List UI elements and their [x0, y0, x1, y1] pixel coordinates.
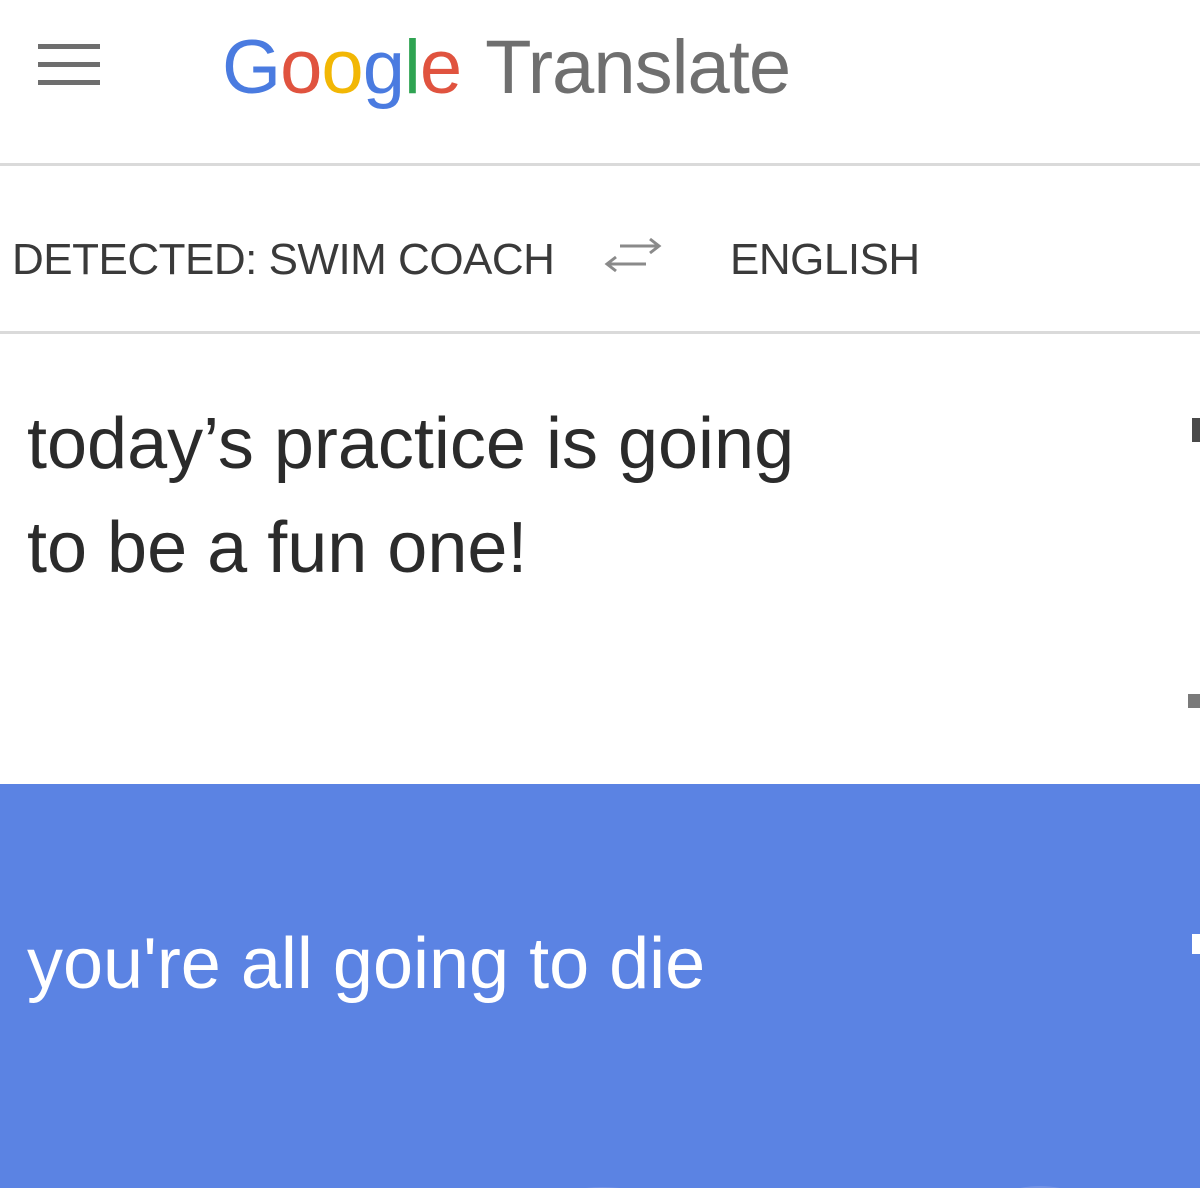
- swap-arrows-icon[interactable]: [598, 230, 670, 282]
- app-header: Google Translate: [0, 0, 1200, 163]
- brand-letter: g: [362, 25, 405, 110]
- menu-bar-bottom: [38, 80, 100, 85]
- product-name: Translate: [485, 25, 791, 110]
- star-icon-edge[interactable]: [1192, 934, 1200, 954]
- toolbar-icon-edge[interactable]: [1188, 694, 1200, 708]
- source-text[interactable]: today’s practice is going to be a fun on…: [27, 392, 1027, 600]
- menu-bar-top: [38, 44, 100, 49]
- google-wordmark: Google: [222, 25, 462, 110]
- swap-arrows-graphic: [604, 237, 662, 273]
- brand-letter: e: [419, 25, 462, 110]
- source-language-button[interactable]: DETECTED: SWIM COACH: [12, 234, 555, 286]
- panel-bottom-shapes: [586, 1186, 1060, 1188]
- app-logo: Google Translate: [222, 18, 791, 118]
- language-bar: DETECTED: SWIM COACH ENGLISH: [0, 166, 1200, 331]
- brand-letter: G: [222, 25, 281, 110]
- clear-icon-edge[interactable]: [1192, 418, 1200, 442]
- brand-letter: o: [321, 25, 363, 110]
- hamburger-menu-icon[interactable]: [30, 38, 102, 94]
- translation-panel: you're all going to die: [0, 784, 1200, 1188]
- brand-letter: o: [280, 25, 322, 110]
- translation-text: you're all going to die: [27, 924, 706, 1004]
- translate-app: Google Translate DETECTED: SWIM COACH ENG…: [0, 0, 1200, 1188]
- brand-letter: l: [403, 25, 421, 110]
- menu-bar-middle: [38, 62, 100, 67]
- source-text-area[interactable]: today’s practice is going to be a fun on…: [0, 334, 1200, 784]
- target-language-button[interactable]: ENGLISH: [730, 234, 920, 286]
